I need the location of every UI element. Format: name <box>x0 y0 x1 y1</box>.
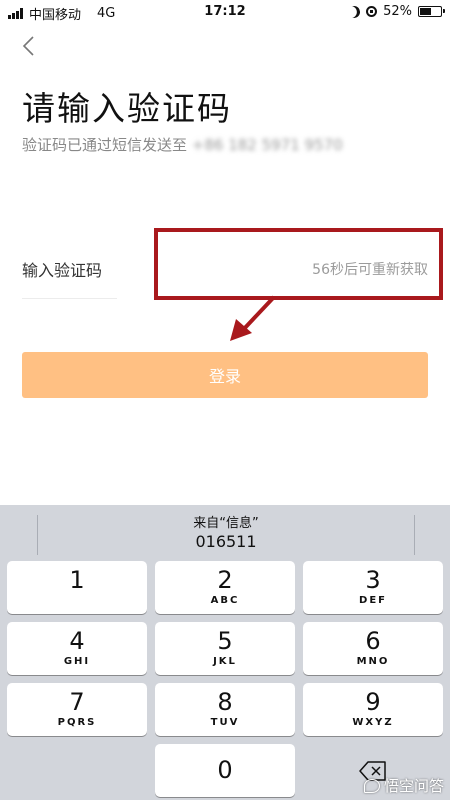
key-letters: TUV <box>210 717 240 728</box>
key-5[interactable]: 5 JKL <box>155 622 295 675</box>
key-letters: ABC <box>210 595 240 606</box>
watermark-text: 悟空问答 <box>383 777 444 795</box>
subtitle-text: 验证码已通过短信发送至 <box>22 136 188 154</box>
key-letters: PQRS <box>57 717 97 728</box>
key-letters: GHI <box>63 656 91 667</box>
key-letters: DEF <box>359 595 387 606</box>
suggestion-source: 来自“信息” <box>193 516 259 531</box>
suggestion-code: 016511 <box>195 532 257 551</box>
battery-icon <box>418 6 445 17</box>
page-title: 请输入验证码 <box>22 89 232 128</box>
speech-bubble-icon <box>363 778 380 793</box>
key-digit: 7 <box>69 688 85 716</box>
login-button[interactable]: 登录 <box>22 352 428 398</box>
key-digit: 0 <box>217 756 233 784</box>
key-digit: 5 <box>217 627 233 655</box>
key-digit: 4 <box>69 627 85 655</box>
orientation-lock-icon <box>366 6 378 17</box>
status-bar: 中国移动 4G 17:12 52% <box>0 0 450 24</box>
key-0[interactable]: 0 <box>155 744 295 797</box>
key-4[interactable]: 4 GHI <box>7 622 147 675</box>
code-label: 输入验证码 <box>22 261 103 280</box>
key-digit: 3 <box>365 566 381 594</box>
key-8[interactable]: 8 TUV <box>155 683 295 736</box>
phone-number: +86 182 5971 9570 <box>191 136 343 154</box>
watermark: 悟空问答 <box>363 775 444 796</box>
key-digit: 9 <box>365 688 381 716</box>
key-2[interactable]: 2 ABC <box>155 561 295 614</box>
key-letters: MNO <box>356 656 390 667</box>
key-6[interactable]: 6 MNO <box>303 622 443 675</box>
key-1[interactable]: 1 <box>7 561 147 614</box>
autofill-suggestion[interactable]: 来自“信息” 016511 <box>37 515 415 555</box>
verification-screen: 中国移动 4G 17:12 52% 请输入验证码 验证码已通过短信发送至 +86… <box>0 0 450 800</box>
key-letters: WXYZ <box>352 717 394 728</box>
key-letters: JKL <box>213 656 237 667</box>
key-digit: 1 <box>69 566 85 594</box>
battery-percent: 52% <box>383 4 412 19</box>
key-digit: 6 <box>365 627 381 655</box>
key-7[interactable]: 7 PQRS <box>7 683 147 736</box>
do-not-disturb-icon <box>346 4 361 19</box>
numeric-keyboard: 来自“信息” 016511 1 2 ABC 3 DEF 4 GHI 5 JKL … <box>0 505 450 800</box>
key-digit: 8 <box>217 688 233 716</box>
chevron-left-icon[interactable] <box>18 34 42 58</box>
key-9[interactable]: 9 WXYZ <box>303 683 443 736</box>
key-digit: 2 <box>217 566 233 594</box>
key-3[interactable]: 3 DEF <box>303 561 443 614</box>
annotation-highlight-box <box>154 228 443 300</box>
page-subtitle: 验证码已通过短信发送至 +86 182 5971 9570 <box>22 134 343 155</box>
annotation-arrow-icon <box>230 295 276 341</box>
battery-fill <box>420 8 432 15</box>
input-divider <box>22 298 117 299</box>
status-right: 52% <box>346 4 445 19</box>
